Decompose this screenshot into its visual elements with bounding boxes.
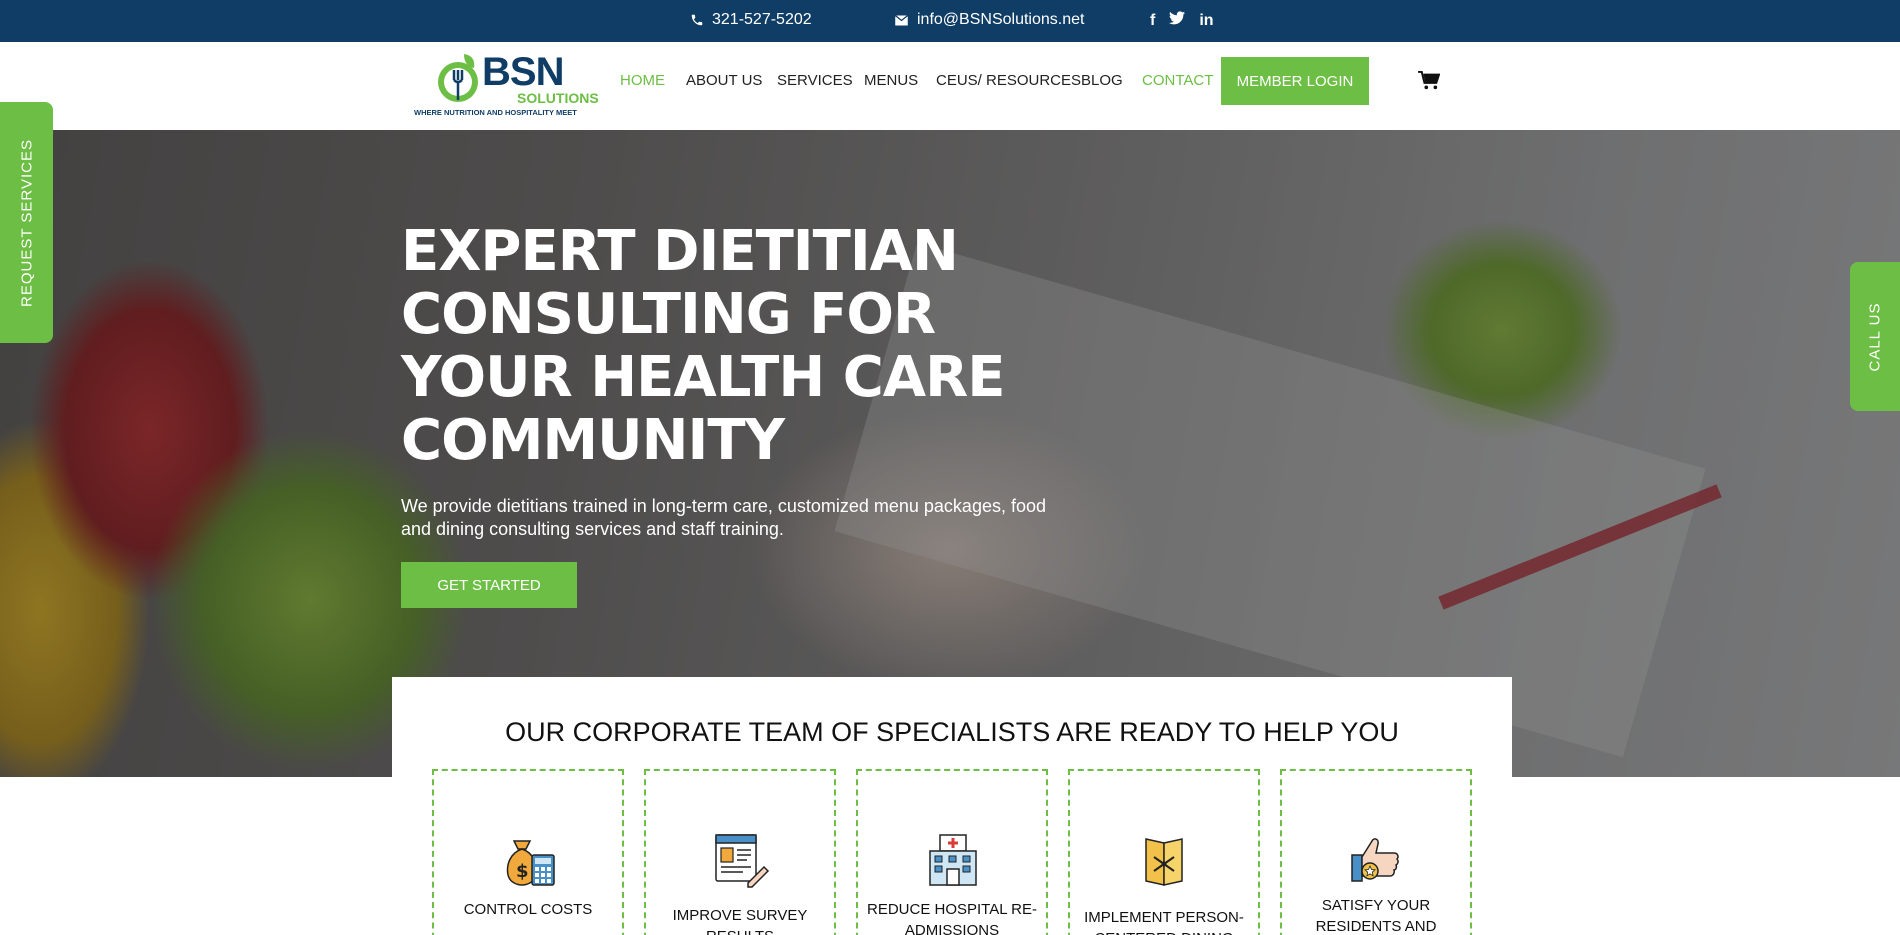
member-login-button[interactable]: MEMBER LOGIN [1221, 57, 1369, 105]
logo-tagline: WHERE NUTRITION AND HOSPITALITY MEET [414, 108, 577, 117]
service-card-person-centered-dining[interactable]: IMPLEMENT PERSON-CENTERED DINING [1068, 769, 1260, 935]
service-card-improve-survey[interactable]: IMPROVE SURVEY RESULTS [644, 769, 836, 935]
phone-icon [691, 14, 703, 26]
nav-contact[interactable]: CONTACT [1142, 72, 1213, 89]
phone-number: 321-527-5202 [712, 11, 812, 28]
specialists-heading: OUR CORPORATE TEAM OF SPECIALISTS ARE RE… [505, 717, 1399, 747]
nav-services[interactable]: SERVICES [777, 72, 853, 89]
email-address: info@BSNSolutions.net [917, 11, 1085, 28]
call-us-tab[interactable]: CALL US [1850, 262, 1900, 411]
service-card-label: IMPROVE SURVEY RESULTS [672, 907, 808, 935]
bsn-logo[interactable]: BSN SOLUTIONS WHERE NUTRITION AND HOSPIT… [412, 48, 599, 124]
svg-text:$: $ [516, 861, 529, 882]
linkedin-icon[interactable]: in [1199, 11, 1213, 31]
cart-icon[interactable] [1418, 70, 1441, 96]
phone-link[interactable]: 321-527-5202 [690, 11, 812, 29]
email-link[interactable]: info@BSNSolutions.net [894, 11, 1084, 29]
envelope-icon [894, 14, 909, 25]
nav-ceus-resources[interactable]: CEUS/ RESOURCES [936, 72, 1081, 89]
site-header: BSN SOLUTIONS WHERE NUTRITION AND HOSPIT… [0, 42, 1900, 130]
service-card-label: REDUCE HOSPITAL RE-ADMISSIONS [866, 901, 1038, 935]
hero-subtitle: We provide dietitians trained in long-te… [401, 496, 1047, 539]
service-card-control-costs[interactable]: $ CONTROL COSTS [432, 769, 624, 935]
fork-leaf-logo-icon [438, 54, 478, 102]
nav-home[interactable]: HOME [620, 72, 665, 89]
social-links: f in [1150, 11, 1214, 31]
menu-card-icon [1145, 838, 1183, 886]
request-services-tab[interactable]: REQUEST SERVICES [0, 102, 53, 343]
call-us-label: CALL US [1866, 302, 1884, 371]
thumbs-up-star-icon [1351, 838, 1399, 882]
service-card-satisfy-residents[interactable]: SATISFY YOUR RESIDENTS AND [1280, 769, 1472, 935]
logo-brand: BSN [482, 50, 564, 94]
nav-blog[interactable]: BLOG [1081, 72, 1123, 89]
logo-sub: SOLUTIONS [517, 90, 599, 106]
nav-about-us[interactable]: ABOUT US [686, 72, 762, 89]
service-card-reduce-readmissions[interactable]: REDUCE HOSPITAL RE-ADMISSIONS [856, 769, 1048, 935]
request-services-label: REQUEST SERVICES [18, 138, 35, 307]
facebook-icon[interactable]: f [1150, 11, 1155, 31]
survey-document-icon [715, 834, 770, 888]
nav-menus[interactable]: MENUS [864, 72, 918, 89]
specialists-section: OUR CORPORATE TEAM OF SPECIALISTS ARE RE… [392, 677, 1512, 935]
get-started-button[interactable]: GET STARTED [401, 562, 577, 608]
service-card-label: CONTROL COSTS [463, 901, 593, 918]
twitter-icon[interactable] [1169, 11, 1186, 31]
top-contact-bar: 321-527-5202 info@BSNSolutions.net f in [0, 0, 1900, 42]
money-bag-calculator-icon: $ [506, 840, 555, 886]
service-card-label: IMPLEMENT PERSON-CENTERED DINING [1084, 909, 1244, 935]
service-card-label: SATISFY YOUR RESIDENTS AND [1315, 897, 1437, 935]
hospital-icon [929, 834, 977, 886]
hero-title: EXPERT DIETITIAN CONSULTING FOR YOUR HEA… [401, 219, 1006, 473]
